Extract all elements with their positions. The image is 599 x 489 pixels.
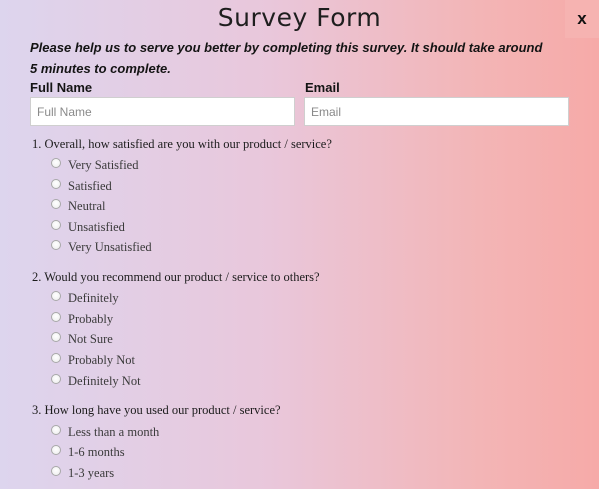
option-label: Definitely Not xyxy=(68,374,141,388)
radio-button[interactable] xyxy=(51,311,61,322)
option-label: Very Unsatisfied xyxy=(68,240,152,254)
option-label: Neutral xyxy=(68,199,106,213)
radio-button[interactable] xyxy=(51,157,61,168)
option-label: Definitely xyxy=(68,291,119,305)
radio-button[interactable] xyxy=(51,290,61,301)
question-2: 2. Would you recommend our product / ser… xyxy=(32,270,320,284)
close-button[interactable]: x xyxy=(565,0,599,38)
option-label: Probably xyxy=(68,312,114,326)
q2-option-definitely-not[interactable]: Definitely Not xyxy=(51,373,141,389)
full-name-label: Full Name xyxy=(30,80,93,95)
radio-button[interactable] xyxy=(51,239,61,250)
option-label: Not Sure xyxy=(68,332,113,346)
radio-button[interactable] xyxy=(51,198,61,209)
radio-button[interactable] xyxy=(51,444,61,455)
email-label: Email xyxy=(305,80,340,95)
q1-option-very-satisfied[interactable]: Very Satisfied xyxy=(51,157,139,173)
option-label: 1-6 months xyxy=(68,445,125,459)
q2-option-probably[interactable]: Probably xyxy=(51,311,114,327)
radio-button[interactable] xyxy=(51,373,61,384)
close-icon: x xyxy=(577,9,587,28)
question-3: 3. How long have you used our product / … xyxy=(32,403,281,417)
intro-text: Please help us to serve you better by co… xyxy=(30,40,543,76)
email-input[interactable] xyxy=(304,97,569,126)
q3-option-1-3-years[interactable]: 1-3 years xyxy=(51,465,115,481)
q1-option-very-unsatisfied[interactable]: Very Unsatisfied xyxy=(51,239,152,255)
q2-option-not-sure[interactable]: Not Sure xyxy=(51,331,113,347)
q2-option-probably-not[interactable]: Probably Not xyxy=(51,352,136,368)
q1-option-satisfied[interactable]: Satisfied xyxy=(51,178,112,194)
option-label: Less than a month xyxy=(68,425,160,439)
option-label: Very Satisfied xyxy=(68,158,139,172)
option-label: Satisfied xyxy=(68,179,112,193)
option-label: Unsatisfied xyxy=(68,220,125,234)
q3-option-less-than-a-month[interactable]: Less than a month xyxy=(51,424,160,440)
q1-option-unsatisfied[interactable]: Unsatisfied xyxy=(51,219,125,235)
q2-option-definitely[interactable]: Definitely xyxy=(51,290,119,306)
radio-button[interactable] xyxy=(51,352,61,363)
radio-button[interactable] xyxy=(51,465,61,476)
option-label: 1-3 years xyxy=(68,466,115,480)
full-name-input[interactable] xyxy=(30,97,295,126)
form-title: Survey Form xyxy=(217,3,382,32)
radio-button[interactable] xyxy=(51,178,61,189)
radio-button[interactable] xyxy=(51,331,61,342)
question-1: 1. Overall, how satisfied are you with o… xyxy=(32,137,332,151)
q3-option-1-6-months[interactable]: 1-6 months xyxy=(51,444,125,460)
q1-option-neutral[interactable]: Neutral xyxy=(51,198,106,214)
radio-button[interactable] xyxy=(51,219,61,230)
survey-modal: Survey Form x Please help us to serve yo… xyxy=(0,0,599,489)
option-label: Probably Not xyxy=(68,353,136,367)
radio-button[interactable] xyxy=(51,424,61,435)
